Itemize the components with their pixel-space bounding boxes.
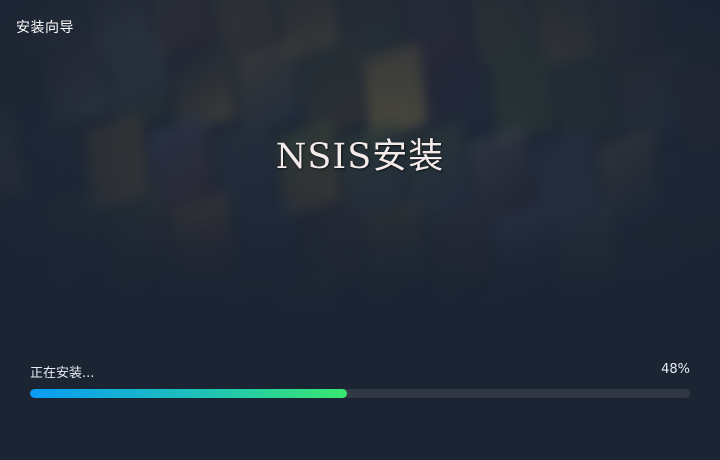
installer-window: 安装向导 NSIS安装 正在安装... 48% (0, 0, 720, 460)
progress-bar-fill (30, 389, 347, 398)
window-title: 安装向导 (16, 20, 74, 36)
progress-bar (30, 389, 690, 398)
progress-percent: 48% (661, 362, 690, 377)
install-status-text: 正在安装... (30, 366, 95, 381)
progress-status-row: 正在安装... 48% (30, 362, 690, 381)
hero-title: NSIS安装 (275, 137, 445, 177)
